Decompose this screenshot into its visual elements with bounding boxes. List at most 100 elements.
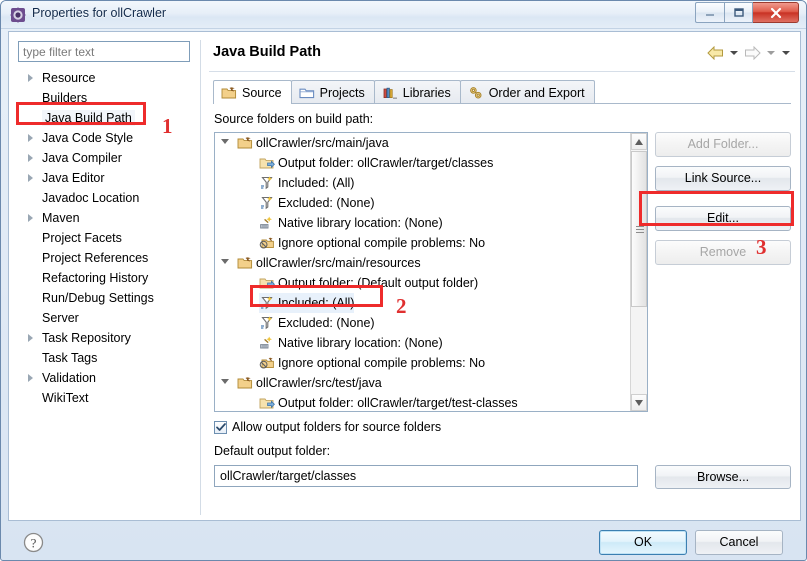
scroll-up-button[interactable] [631, 133, 647, 150]
help-question-icon[interactable]: ? [23, 532, 44, 553]
title-divider [209, 71, 795, 72]
sidebar-item-label: Refactoring History [42, 271, 149, 285]
sidebar-item-project-facets[interactable]: Project Facets [18, 228, 194, 248]
default-output-folder-label: Default output folder: [214, 444, 331, 458]
tab-libraries[interactable]: Libraries [373, 80, 461, 104]
add-folder-button[interactable]: Add Folder... [655, 132, 791, 157]
source-tree-row-label: Excluded: (None) [278, 196, 375, 210]
sidebar-item-label: Resource [42, 71, 96, 85]
browse-button[interactable]: Browse... [655, 465, 791, 489]
source-tree-row[interactable]: Included: (All) [215, 293, 631, 313]
native-library-icon [259, 215, 275, 231]
svg-text:?: ? [31, 535, 37, 550]
source-list-scrollbar[interactable] [630, 133, 647, 411]
source-tree-row[interactable]: Ignore optional compile problems: No [215, 353, 631, 373]
properties-dialog-window: Properties for ollCrawler type filter te… [0, 0, 807, 561]
order-export-icon [468, 85, 484, 101]
scrollbar-grip-icon [636, 226, 644, 233]
source-folders-listbox[interactable]: ollCrawler/src/main/java Output folder: o… [214, 132, 648, 412]
allow-output-folders-checkbox[interactable] [214, 420, 227, 434]
settings-nav-tree[interactable]: Resource Builders Java Build Path Java Code… [18, 68, 194, 514]
source-tree-row[interactable]: Included: (All) [215, 173, 631, 193]
sidebar-item-server[interactable]: Server [18, 308, 194, 328]
tab-label: Libraries [402, 85, 451, 100]
source-tree-row[interactable]: Native library location: (None) [215, 213, 631, 233]
collapse-arrow-icon[interactable] [221, 259, 229, 264]
source-tree-row-label: Included: (All) [278, 176, 355, 190]
collapse-arrow-icon[interactable] [221, 379, 229, 384]
scrollbar-thumb[interactable] [631, 151, 647, 307]
source-tree-row[interactable]: Excluded: (None) [215, 193, 631, 213]
sidebar-item-project-references[interactable]: Project References [18, 248, 194, 268]
source-tree-row[interactable]: Native library location: (None) [215, 333, 631, 353]
scroll-down-button[interactable] [631, 394, 647, 411]
source-tree-row[interactable]: Ignore optional compile problems: No [215, 233, 631, 253]
tab-active-mask [214, 103, 291, 105]
expand-arrow-icon[interactable] [28, 74, 33, 82]
source-folder-icon [237, 375, 253, 391]
expand-arrow-icon[interactable] [28, 374, 33, 382]
close-button[interactable] [753, 2, 799, 23]
sidebar-item-run-debug-settings[interactable]: Run/Debug Settings [18, 288, 194, 308]
maximize-button[interactable] [724, 2, 753, 23]
sidebar-item-resource[interactable]: Resource [18, 68, 194, 88]
expand-arrow-icon[interactable] [28, 134, 33, 142]
sidebar-item-wikitext[interactable]: WikiText [18, 388, 194, 408]
output-folder-icon [259, 155, 275, 171]
sidebar-item-java-build-path[interactable]: Java Build Path [18, 108, 194, 128]
tab-order-and-export[interactable]: Order and Export [459, 80, 595, 104]
back-menu-chevron-down-icon[interactable] [726, 43, 741, 63]
sidebar-item-maven[interactable]: Maven [18, 208, 194, 228]
expand-arrow-icon[interactable] [28, 154, 33, 162]
sidebar-item-builders[interactable]: Builders [18, 88, 194, 108]
source-tree-row[interactable]: ollCrawler/src/main/resources [215, 253, 631, 273]
expand-arrow-icon[interactable] [28, 174, 33, 182]
sidebar-item-javadoc-location[interactable]: Javadoc Location [18, 188, 194, 208]
cancel-button[interactable]: Cancel [695, 530, 783, 555]
source-tree-row-content: Output folder: ollCrawler/target/classes [259, 153, 493, 173]
sidebar-item-refactoring-history[interactable]: Refactoring History [18, 268, 194, 288]
sidebar-item-task-repository[interactable]: Task Repository [18, 328, 194, 348]
source-tree-row-content: ollCrawler/src/main/java [237, 133, 389, 153]
source-tree-row-content: Native library location: (None) [259, 213, 443, 233]
source-folder-icon [237, 135, 253, 151]
expand-arrow-icon[interactable] [28, 214, 33, 222]
source-tree-row[interactable]: ollCrawler/src/test/java [215, 373, 631, 393]
source-tree-row[interactable]: Output folder: (Default output folder) [215, 273, 631, 293]
tab-underline [213, 103, 791, 104]
source-tree-row[interactable]: ollCrawler/src/main/java [215, 133, 631, 153]
tab-projects[interactable]: Projects [290, 80, 375, 104]
source-folders-list[interactable]: ollCrawler/src/main/java Output folder: o… [215, 133, 631, 411]
default-output-folder-input[interactable] [214, 465, 638, 487]
sidebar-item-java-editor[interactable]: Java Editor [18, 168, 194, 188]
source-tree-row-label: Ignore optional compile problems: No [278, 356, 486, 370]
view-menu-chevron-down-icon[interactable] [778, 43, 793, 63]
source-tree-row[interactable]: Output folder: ollCrawler/target/test-cl… [215, 393, 631, 411]
allow-output-folders-row[interactable]: Allow output folders for source folders [214, 420, 441, 434]
remove-button[interactable]: Remove [655, 240, 791, 265]
filter-input[interactable] [18, 41, 190, 62]
filter-icon [259, 295, 275, 311]
collapse-arrow-icon[interactable] [221, 139, 229, 144]
minimize-button[interactable] [695, 2, 724, 23]
tab-label: Projects [319, 85, 365, 100]
source-tree-row[interactable]: Excluded: (None) [215, 313, 631, 333]
title-bar: Properties for ollCrawler [1, 1, 806, 29]
sidebar-item-label: Java Build Path [42, 110, 135, 126]
source-tree-row[interactable]: Output folder: ollCrawler/target/classes [215, 153, 631, 173]
forward-menu-chevron-down-icon[interactable] [763, 43, 778, 63]
sidebar-item-java-code-style[interactable]: Java Code Style [18, 128, 194, 148]
edit-button[interactable]: Edit... [655, 206, 791, 231]
source-folder-icon [221, 85, 237, 101]
sidebar-item-validation[interactable]: Validation [18, 368, 194, 388]
sidebar-item-task-tags[interactable]: Task Tags [18, 348, 194, 368]
sidebar-item-label: Javadoc Location [42, 191, 140, 205]
expand-arrow-icon[interactable] [28, 334, 33, 342]
content-panel: Resource Builders Java Build Path Java Code… [8, 31, 801, 521]
source-tree-row-content: ollCrawler/src/main/resources [237, 253, 421, 273]
link-source-button[interactable]: Link Source... [655, 166, 791, 191]
back-arrow-icon[interactable] [704, 43, 726, 63]
tab-source[interactable]: Source [213, 80, 292, 104]
sidebar-item-java-compiler[interactable]: Java Compiler [18, 148, 194, 168]
ok-button[interactable]: OK [599, 530, 687, 555]
